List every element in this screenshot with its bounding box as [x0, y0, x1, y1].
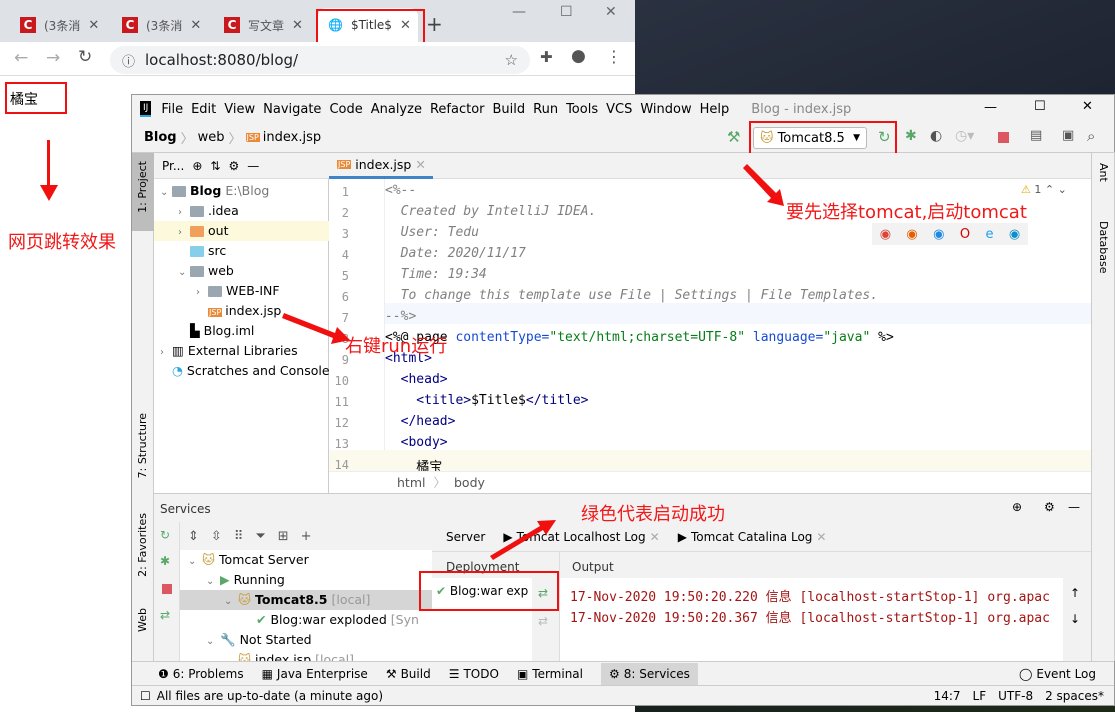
annotation-run: 右键run运行 [345, 336, 448, 357]
annotation-success: 绿色代表启动成功 [581, 504, 725, 525]
annotation-arrow-success [490, 520, 556, 560]
annotation-arrow-tomcat [743, 164, 784, 206]
annotation-tomcat: 要先选择tomcat,启动tomcat [786, 202, 1027, 223]
annotation-arrows [282, 164, 784, 560]
annotation-arrow-run [282, 313, 350, 344]
